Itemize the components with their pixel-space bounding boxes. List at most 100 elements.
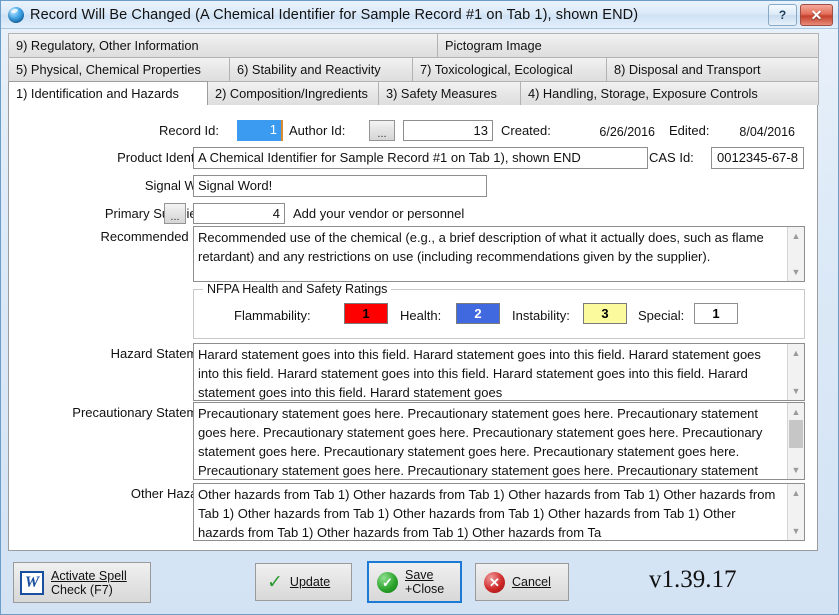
tab-label: 3) Safety Measures bbox=[386, 86, 497, 101]
spell-check-line2: Check (F7) bbox=[51, 582, 113, 597]
tab-pictogram-image[interactable]: Pictogram Image bbox=[437, 33, 819, 57]
save-close-label: Save +Close bbox=[405, 568, 444, 596]
checkmark-icon: ✓ bbox=[267, 571, 283, 593]
scroll-down-icon[interactable]: ▼ bbox=[788, 524, 804, 538]
tab-strip: 9) Regulatory, Other Information Pictogr… bbox=[8, 33, 819, 105]
cas-id-label: CAS Id: bbox=[649, 150, 694, 165]
tab-label: 5) Physical, Chemical Properties bbox=[16, 62, 201, 77]
footer-bar: W Activate Spell Check (F7) ✓ Update ✓ S… bbox=[1, 554, 838, 614]
update-label: Update bbox=[289, 575, 331, 589]
spell-check-line1: Activate Spell bbox=[51, 568, 127, 583]
tab-stability-and-reactivity[interactable]: 6) Stability and Reactivity bbox=[229, 57, 413, 81]
cas-id-input[interactable]: 0012345-67-8 bbox=[711, 147, 804, 169]
tab-handling-storage-exposure-controls[interactable]: 4) Handling, Storage, Exposure Controls bbox=[520, 81, 819, 105]
product-identifier-label: Product Identifier: bbox=[117, 150, 219, 165]
other-hazards-textarea[interactable]: Other hazards from Tab 1) Other hazards … bbox=[193, 483, 805, 541]
recommended-use-textarea[interactable]: Recommended use of the chemical (e.g., a… bbox=[193, 226, 805, 282]
instability-value[interactable]: 3 bbox=[583, 303, 627, 324]
tab-label: 1) Identification and Hazards bbox=[16, 86, 179, 101]
author-id-input[interactable]: 13 bbox=[403, 120, 493, 141]
tab-physical-chemical-properties[interactable]: 5) Physical, Chemical Properties bbox=[8, 57, 230, 81]
title-bar: Record Will Be Changed (A Chemical Ident… bbox=[1, 1, 838, 29]
instability-label: Instability: bbox=[512, 308, 570, 323]
created-value: 6/26/2016 bbox=[599, 125, 655, 139]
precautionary-statement-scrollbar[interactable]: ▲ ▼ bbox=[787, 403, 804, 479]
tab-label: 9) Regulatory, Other Information bbox=[16, 38, 199, 53]
record-editor-window: Record Will Be Changed (A Chemical Ident… bbox=[0, 0, 839, 615]
scrollbar-thumb[interactable] bbox=[789, 420, 803, 448]
help-button[interactable]: ? bbox=[768, 4, 797, 26]
cancel-label: Cancel bbox=[512, 575, 551, 589]
record-id-label: Record Id: bbox=[159, 123, 219, 138]
author-id-browse-button[interactable]: ... bbox=[369, 120, 395, 141]
record-id-input[interactable]: 1 bbox=[237, 120, 283, 141]
primary-supplier-id-label: Primary Supplier Id: bbox=[104, 206, 219, 221]
recommended-use-text: Recommended use of the chemical (e.g., a… bbox=[198, 230, 764, 264]
hazard-statement-scrollbar[interactable]: ▲ ▼ bbox=[787, 344, 804, 400]
scroll-down-icon[interactable]: ▼ bbox=[788, 265, 804, 279]
product-identifier-input[interactable]: A Chemical Identifier for Sample Record … bbox=[193, 147, 648, 169]
word-icon: W bbox=[20, 570, 44, 595]
health-label: Health: bbox=[400, 308, 442, 323]
hazard-statement-text: Harard statement goes into this field. H… bbox=[198, 347, 761, 400]
scroll-up-icon[interactable]: ▲ bbox=[788, 229, 804, 243]
recommended-use-scrollbar[interactable]: ▲ ▼ bbox=[787, 227, 804, 281]
save-close-button[interactable]: ✓ Save +Close bbox=[367, 561, 462, 603]
signal-word-input[interactable]: Signal Word! bbox=[193, 175, 487, 197]
tab-label: Pictogram Image bbox=[445, 38, 542, 53]
tab-composition-ingredients[interactable]: 2) Composition/Ingredients bbox=[207, 81, 379, 105]
other-hazards-scrollbar[interactable]: ▲ ▼ bbox=[787, 484, 804, 540]
window-title: Record Will Be Changed (A Chemical Ident… bbox=[30, 6, 639, 23]
scroll-down-icon[interactable]: ▼ bbox=[788, 463, 804, 477]
scroll-up-icon[interactable]: ▲ bbox=[788, 486, 804, 500]
recommended-use-label: Recommended Use: bbox=[100, 229, 220, 244]
green-check-circle-icon: ✓ bbox=[377, 571, 398, 593]
scroll-down-icon[interactable]: ▼ bbox=[788, 384, 804, 398]
tab-row-3: 1) Identification and Hazards 2) Composi… bbox=[8, 81, 819, 105]
special-label: Special: bbox=[638, 308, 685, 323]
tab-safety-measures[interactable]: 3) Safety Measures bbox=[378, 81, 521, 105]
close-button[interactable]: ✕ bbox=[800, 4, 833, 26]
scroll-up-icon[interactable]: ▲ bbox=[788, 346, 804, 360]
tab-disposal-and-transport[interactable]: 8) Disposal and Transport bbox=[606, 57, 819, 81]
hazard-statement-textarea[interactable]: Harard statement goes into this field. H… bbox=[193, 343, 805, 401]
primary-supplier-browse-button[interactable]: ... bbox=[164, 203, 186, 224]
close-icon: ✕ bbox=[810, 7, 823, 23]
red-x-circle-icon: ✕ bbox=[484, 571, 505, 593]
activate-spell-check-button[interactable]: W Activate Spell Check (F7) bbox=[13, 562, 151, 603]
tab-row-1: 9) Regulatory, Other Information Pictogr… bbox=[8, 33, 819, 57]
tab-label: 6) Stability and Reactivity bbox=[237, 62, 381, 77]
primary-supplier-hint: Add your vendor or personnel bbox=[293, 206, 465, 221]
other-hazards-text: Other hazards from Tab 1) Other hazards … bbox=[198, 487, 776, 540]
nfpa-ratings-group: NFPA Health and Safety Ratings Flammabil… bbox=[193, 282, 805, 339]
precautionary-statement-textarea[interactable]: Precautionary statement goes here. Preca… bbox=[193, 402, 805, 480]
globe-icon bbox=[7, 6, 25, 24]
cancel-button[interactable]: ✕ Cancel bbox=[475, 563, 569, 601]
tab-label: 2) Composition/Ingredients bbox=[215, 86, 368, 101]
window-controls: ? ✕ bbox=[768, 4, 833, 26]
edited-value: 8/04/2016 bbox=[739, 125, 795, 139]
scroll-up-icon[interactable]: ▲ bbox=[788, 405, 804, 419]
tab-row-2: 5) Physical, Chemical Properties 6) Stab… bbox=[8, 57, 819, 81]
health-value[interactable]: 2 bbox=[456, 303, 500, 324]
version-label: v1.39.17 bbox=[649, 566, 737, 593]
tab-label: 4) Handling, Storage, Exposure Controls bbox=[528, 86, 758, 101]
spell-check-label: Activate Spell Check (F7) bbox=[51, 569, 127, 597]
help-icon: ? bbox=[778, 8, 787, 22]
precautionary-statement-label: Precautionary Statement: bbox=[72, 405, 219, 420]
tab-toxicological-ecological[interactable]: 7) Toxicological, Ecological bbox=[412, 57, 607, 81]
tab-identification-and-hazards[interactable]: 1) Identification and Hazards bbox=[8, 81, 208, 105]
nfpa-group-title: NFPA Health and Safety Ratings bbox=[203, 282, 392, 296]
precautionary-statement-text: Precautionary statement goes here. Preca… bbox=[198, 406, 763, 478]
flammability-value[interactable]: 1 bbox=[344, 303, 388, 324]
save-line2: +Close bbox=[405, 582, 445, 596]
primary-supplier-id-input[interactable]: 4 bbox=[193, 203, 285, 224]
tab-regulatory-other-information[interactable]: 9) Regulatory, Other Information bbox=[8, 33, 438, 57]
author-id-label: Author Id: bbox=[289, 123, 346, 138]
flammability-label: Flammability: bbox=[234, 308, 311, 323]
tab-panel-identification-and-hazards: Record Id: 1 Author Id: ... 13 Created: … bbox=[8, 105, 818, 551]
special-value[interactable]: 1 bbox=[694, 303, 738, 324]
update-button[interactable]: ✓ Update bbox=[255, 563, 352, 601]
tab-label: 8) Disposal and Transport bbox=[614, 62, 761, 77]
save-line1: Save bbox=[405, 568, 434, 582]
